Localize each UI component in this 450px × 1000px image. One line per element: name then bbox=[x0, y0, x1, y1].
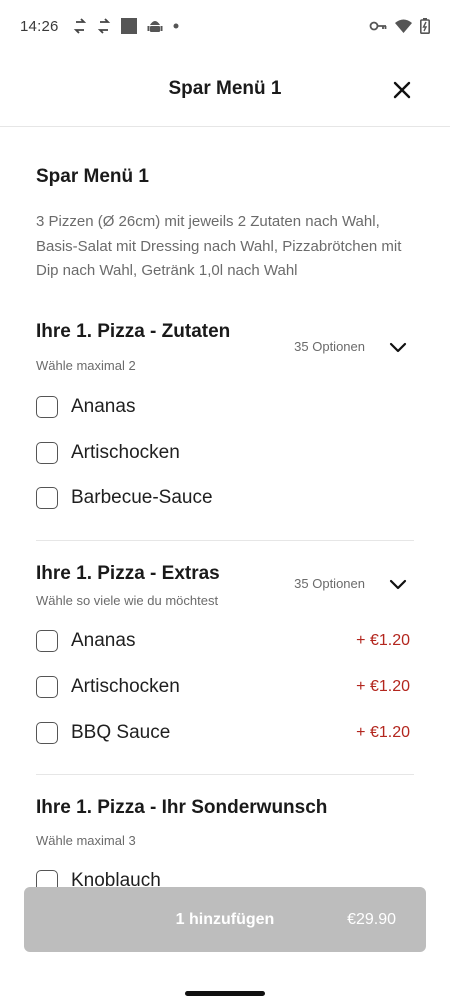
option-label: BBQ Sauce bbox=[71, 722, 171, 743]
sync-icon bbox=[97, 18, 111, 34]
chevron-down-icon[interactable] bbox=[388, 575, 408, 595]
square-icon bbox=[120, 18, 137, 34]
option-checkbox[interactable] bbox=[36, 487, 58, 509]
android-icon bbox=[147, 18, 163, 34]
option-label: Ananas bbox=[71, 396, 136, 417]
section-subtitle: Wähle maximal 3 bbox=[36, 833, 136, 848]
option-row[interactable]: BBQ Sauce + €1.20 bbox=[36, 718, 414, 748]
section-title-zutaten: Ihre 1. Pizza - Zutaten bbox=[36, 321, 231, 342]
product-title: Spar Menü 1 bbox=[36, 166, 149, 187]
option-label: Artischocken bbox=[71, 442, 180, 463]
options-count: 35 Optionen bbox=[294, 576, 365, 591]
option-row[interactable]: Artischocken bbox=[36, 438, 414, 468]
chevron-down-icon[interactable] bbox=[388, 338, 408, 358]
section-subtitle: Wähle maximal 2 bbox=[36, 358, 136, 373]
option-checkbox[interactable] bbox=[36, 722, 58, 744]
section-title-extras: Ihre 1. Pizza - Extras bbox=[36, 563, 220, 584]
close-icon[interactable] bbox=[390, 78, 414, 102]
option-row[interactable]: Artischocken + €1.20 bbox=[36, 672, 414, 702]
add-to-cart-button[interactable]: 1 hinzufügen €29.90 bbox=[24, 887, 426, 952]
options-count: 35 Optionen bbox=[294, 339, 365, 354]
section-title-sonderwunsch: Ihre 1. Pizza - Ihr Sonderwunsch bbox=[36, 797, 328, 818]
option-row[interactable]: Ananas bbox=[36, 392, 414, 422]
modal-title: Spar Menü 1 bbox=[168, 78, 282, 99]
battery-icon bbox=[420, 18, 430, 34]
option-price: + €1.20 bbox=[356, 724, 410, 741]
section-subtitle: Wähle so viele wie du möchtest bbox=[36, 593, 219, 608]
option-checkbox[interactable] bbox=[36, 630, 58, 652]
option-checkbox[interactable] bbox=[36, 396, 58, 418]
option-price: + €1.20 bbox=[356, 632, 410, 649]
status-bar: 14:26 bbox=[0, 0, 450, 52]
option-checkbox[interactable] bbox=[36, 676, 58, 698]
option-label: Ananas bbox=[71, 630, 136, 651]
status-right-icons bbox=[369, 18, 430, 34]
modal-header: Spar Menü 1 bbox=[0, 52, 450, 127]
option-row[interactable]: Barbecue-Sauce bbox=[36, 483, 414, 513]
key-icon bbox=[369, 20, 387, 32]
section-divider bbox=[36, 540, 414, 541]
home-indicator[interactable] bbox=[185, 991, 265, 996]
option-label: Artischocken bbox=[71, 676, 180, 697]
total-price: €29.90 bbox=[347, 910, 396, 928]
section-divider bbox=[36, 774, 414, 775]
dot-icon bbox=[173, 23, 179, 29]
product-details[interactable]: Spar Menü 1 3 Pizzen (Ø 26cm) mit jeweil… bbox=[0, 128, 450, 1000]
wifi-icon bbox=[395, 19, 412, 33]
status-time: 14:26 bbox=[20, 17, 59, 35]
product-description: 3 Pizzen (Ø 26cm) mit jeweils 2 Zutaten … bbox=[36, 213, 402, 279]
option-price: + €1.20 bbox=[356, 678, 410, 695]
option-label: Barbecue-Sauce bbox=[71, 487, 213, 508]
option-checkbox[interactable] bbox=[36, 442, 58, 464]
sync-icon bbox=[73, 18, 87, 34]
option-row[interactable]: Ananas + €1.20 bbox=[36, 626, 414, 656]
status-left-icons bbox=[73, 18, 179, 34]
